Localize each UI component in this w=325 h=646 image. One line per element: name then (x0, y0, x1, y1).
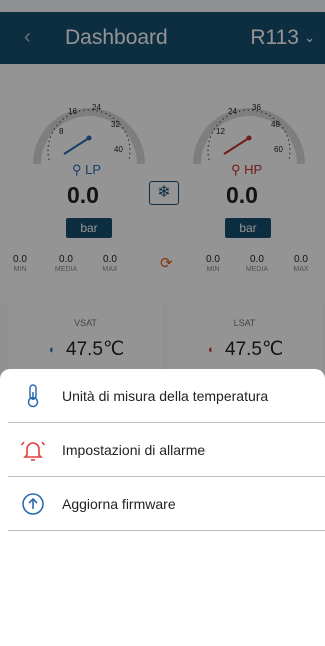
menu-item-alarm-settings[interactable]: Impostazioni di allarme (8, 423, 325, 477)
alarm-clock-icon (20, 437, 46, 463)
menu-item-label: Unità di misura della temperatura (62, 388, 269, 404)
menu-item-firmware-update[interactable]: Aggiorna firmware (8, 477, 325, 531)
menu-item-temperature-unit[interactable]: Unità di misura della temperatura (8, 369, 325, 423)
upgrade-arrow-icon (20, 491, 46, 517)
thermometer-icon (20, 383, 46, 409)
menu-item-label: Impostazioni di allarme (62, 442, 206, 458)
menu-item-label: Aggiorna firmware (62, 496, 176, 512)
settings-bottom-sheet: Unità di misura della temperatura Impost… (0, 369, 325, 646)
